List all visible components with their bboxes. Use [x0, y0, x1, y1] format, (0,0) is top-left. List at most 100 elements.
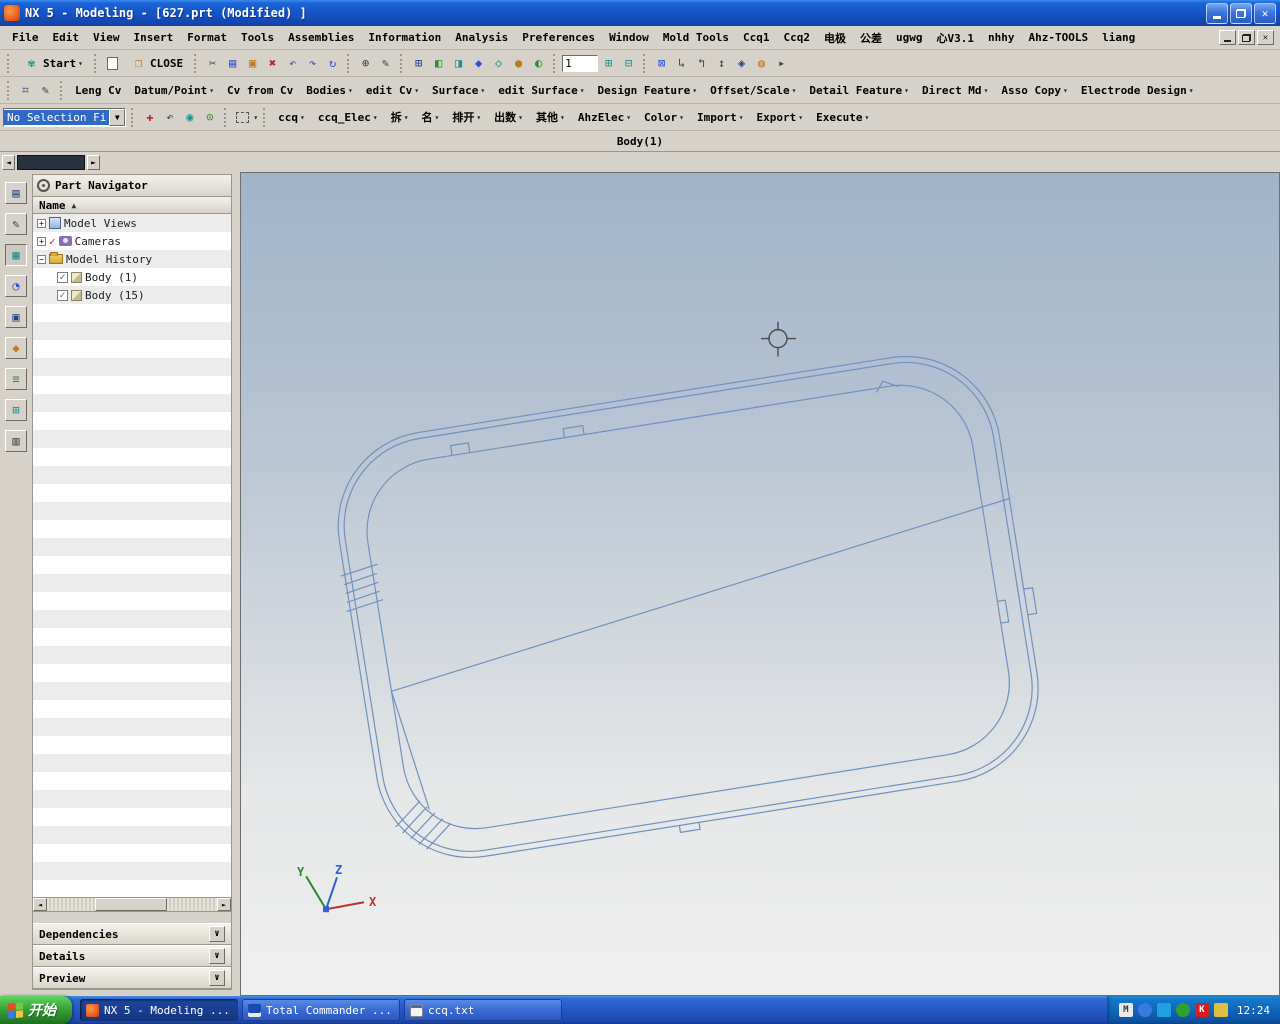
expand-toggle-icon[interactable]: + — [37, 236, 46, 246]
tree-row-body-15[interactable]: ✓ Body (15) — [33, 286, 231, 304]
pin-icon[interactable] — [37, 179, 50, 192]
minimize-button[interactable] — [1206, 2, 1228, 24]
preview-section-header[interactable]: Preview ∨ — [33, 967, 231, 989]
resource-bar-forward-icon[interactable]: ► — [87, 154, 100, 170]
paste-icon[interactable]: ▣ — [243, 54, 262, 73]
collapse-toggle-icon[interactable]: − — [37, 254, 46, 264]
toolbar-item-export[interactable]: Export ▾ — [751, 108, 810, 127]
menu-item-nhhy[interactable]: nhhy — [982, 29, 1021, 46]
taskbar-task-nx[interactable]: NX 5 - Modeling ... — [80, 999, 238, 1021]
toolbar-item-chushu[interactable]: 出数 ▾ — [488, 106, 529, 128]
toolbar-item-edit-surface[interactable]: edit Surface ▾ — [492, 81, 590, 100]
name-column-header[interactable]: Name ▲ — [33, 197, 231, 214]
toolbar-item-bodies[interactable]: Bodies ▾ — [300, 81, 359, 100]
scroll-right-icon[interactable]: ► — [217, 898, 231, 911]
menu-item-tools[interactable]: Tools — [235, 29, 280, 46]
chevron-down-icon[interactable]: ∨ — [209, 948, 225, 964]
trimetric-view-icon[interactable]: ◇ — [489, 54, 508, 73]
graphics-viewport[interactable]: X Y Z — [240, 172, 1280, 996]
toolbar-overflow-icon[interactable]: ▸ — [772, 54, 791, 73]
menu-item-format[interactable]: Format — [181, 29, 233, 46]
web-browser-icon[interactable]: ◆ — [5, 337, 27, 359]
toolbar-grip[interactable] — [194, 53, 198, 73]
cut-icon[interactable]: ✂ — [203, 54, 222, 73]
toolbar-item-ccq-elec[interactable]: ccq_Elec ▾ — [312, 108, 384, 127]
tree-row-model-history[interactable]: − Model History — [33, 250, 231, 268]
network-icon[interactable] — [1156, 1003, 1171, 1017]
toolbar-item-qita[interactable]: 其他 ▾ — [530, 106, 571, 128]
annotation-icon[interactable]: ✎ — [376, 54, 395, 73]
input-method-icon[interactable]: M — [1118, 1003, 1133, 1017]
menu-item-liang[interactable]: liang — [1096, 29, 1141, 46]
isometric-view-icon[interactable]: ◆ — [469, 54, 488, 73]
mdi-minimize-button[interactable] — [1219, 30, 1236, 45]
shaded-view-icon[interactable]: ◧ — [429, 54, 448, 73]
menu-item-insert[interactable]: Insert — [128, 29, 180, 46]
select-previous-icon[interactable]: ↶ — [160, 108, 179, 127]
sketch-grid-icon[interactable]: ⌗ — [16, 81, 35, 100]
toolbar-grip[interactable] — [7, 80, 11, 100]
snap-end-icon[interactable]: ⊟ — [619, 54, 638, 73]
dependencies-section-header[interactable]: Dependencies ∨ — [33, 923, 231, 945]
mdi-close-button[interactable]: ✕ — [1257, 30, 1274, 45]
scrollbar-thumb[interactable] — [94, 898, 167, 911]
toolbar-grip[interactable] — [263, 107, 267, 127]
mdi-restore-button[interactable] — [1238, 30, 1255, 45]
constraint-navigator-icon[interactable]: ✎ — [5, 213, 27, 235]
details-section-header[interactable]: Details ∨ — [33, 945, 231, 967]
taskbar-task-total-commander[interactable]: Total Commander ... — [242, 999, 400, 1021]
visibility-checkbox[interactable]: ✓ — [57, 271, 68, 283]
menu-item-window[interactable]: Window — [603, 29, 655, 46]
toolbar-item-paikai[interactable]: 排开 ▾ — [446, 106, 487, 128]
rotate-view-icon[interactable]: ↰ — [692, 54, 711, 73]
assembly-navigator-icon[interactable]: ▤ — [5, 182, 27, 204]
scrollbar-track[interactable] — [47, 898, 217, 911]
delete-icon[interactable]: ✖ — [263, 54, 282, 73]
start-button[interactable]: 开始 — [0, 996, 72, 1024]
toolbar-item-design-feature[interactable]: Design Feature ▾ — [592, 81, 704, 100]
tree-row-model-views[interactable]: + Model Views — [33, 214, 231, 232]
toolbar-grip[interactable] — [131, 107, 135, 127]
menu-item-ccq2[interactable]: Ccq2 — [778, 29, 817, 46]
general-selection-icon[interactable]: ✚ — [140, 108, 159, 127]
menu-item-preferences[interactable]: Preferences — [516, 29, 601, 46]
part-navigator-icon[interactable]: ▦ — [5, 244, 27, 266]
toolbar-grip[interactable] — [643, 53, 647, 73]
wireframe-view-icon[interactable]: ◨ — [449, 54, 468, 73]
toolbar-item-asso-copy[interactable]: Asso Copy ▾ — [995, 81, 1073, 100]
reuse-library-icon[interactable]: ◔ — [5, 275, 27, 297]
toolbar-grip[interactable] — [553, 53, 557, 73]
menu-item-ugwg[interactable]: ugwg — [890, 29, 929, 46]
layer-field[interactable] — [562, 54, 599, 72]
restore-button[interactable] — [1230, 2, 1252, 24]
update-icon[interactable] — [1175, 1003, 1190, 1017]
menu-item-analysis[interactable]: Analysis — [449, 29, 514, 46]
toolbar-grip[interactable] — [7, 53, 11, 73]
antivirus-icon[interactable]: K — [1194, 1003, 1209, 1017]
toolbar-item-offset-scale[interactable]: Offset/Scale ▾ — [704, 81, 802, 100]
snapshot-icon[interactable]: ⊙ — [200, 108, 219, 127]
menu-item-mold-tools[interactable]: Mold Tools — [657, 29, 735, 46]
copy-icon[interactable]: ▤ — [223, 54, 242, 73]
menu-item-information[interactable]: Information — [362, 29, 447, 46]
sketch-pencil-icon[interactable]: ✎ — [36, 81, 55, 100]
selection-filter-combo[interactable]: No Selection Fi ▼ — [3, 107, 127, 127]
scroll-left-icon[interactable]: ◄ — [33, 898, 47, 911]
menu-item-ahz-tools[interactable]: Ahz-TOOLS — [1023, 29, 1095, 46]
chevron-down-icon[interactable]: ∨ — [209, 970, 225, 986]
toolbar-item-edit-cv[interactable]: edit Cv ▾ — [360, 81, 425, 100]
undo-icon[interactable]: ↶ — [283, 54, 302, 73]
menu-item-gongcha[interactable]: 公差 — [854, 28, 888, 48]
toolbar-item-direct-md[interactable]: Direct Md ▾ — [916, 81, 994, 100]
toolbar-item-cv-from-cv[interactable]: Cv from Cv — [221, 81, 299, 100]
redo-icon[interactable]: ↷ — [303, 54, 322, 73]
snap-point-icon[interactable]: ⊞ — [599, 54, 618, 73]
orient-view-icon[interactable]: ⊠ — [652, 54, 671, 73]
document-tab[interactable]: Body(1) — [617, 135, 663, 148]
highlight-icon[interactable]: ◉ — [180, 108, 199, 127]
wireframe-model[interactable] — [321, 341, 1062, 878]
history-palette-icon[interactable]: ≡ — [5, 368, 27, 390]
toolbar-item-surface[interactable]: Surface ▾ — [426, 81, 491, 100]
menu-item-xinv31[interactable]: 心V3.1 — [931, 28, 981, 48]
chevron-down-icon[interactable]: ∨ — [209, 926, 225, 942]
